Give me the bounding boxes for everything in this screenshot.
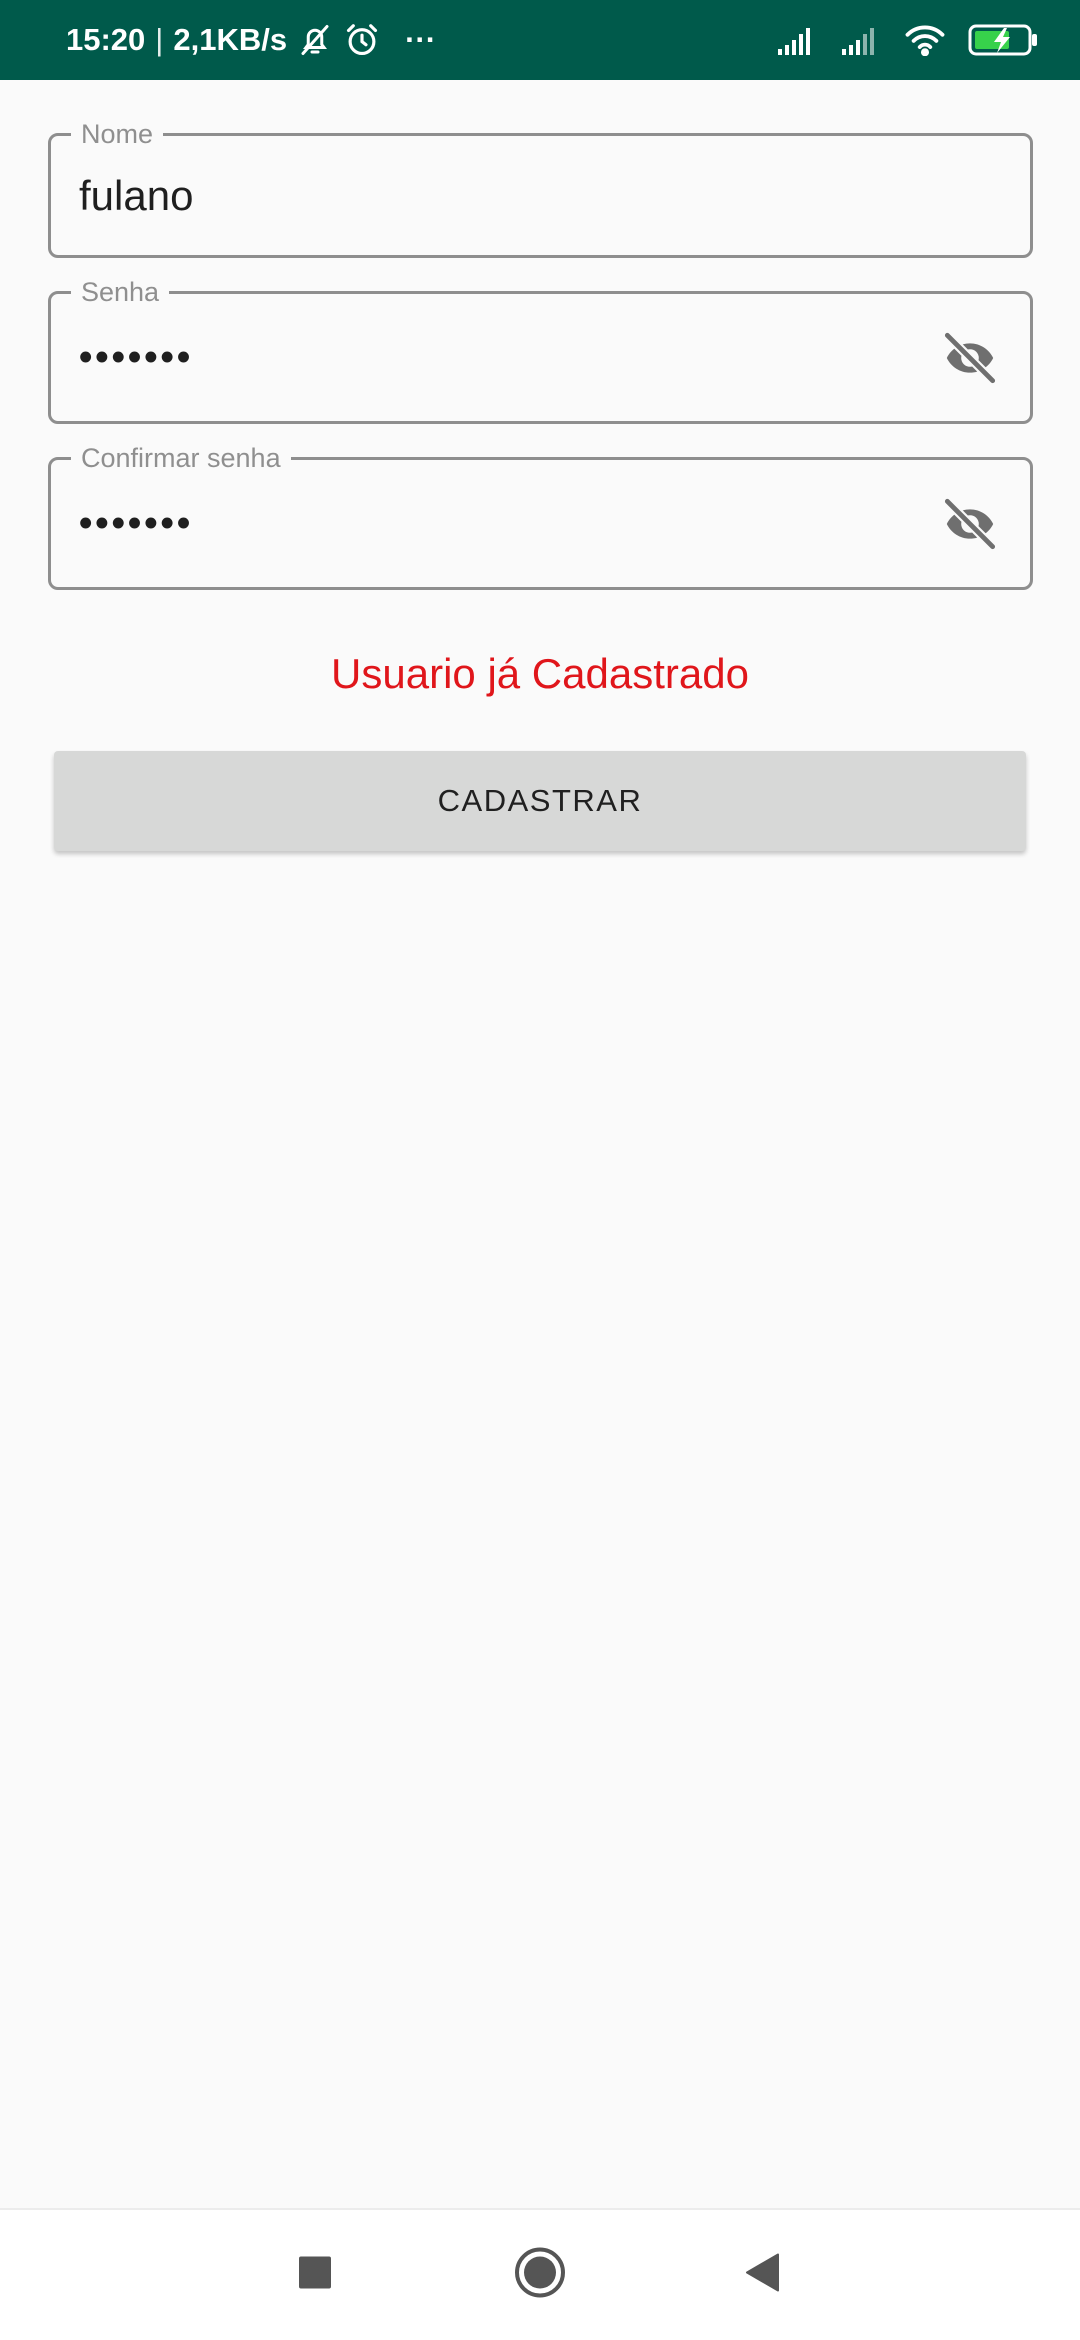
confirm-password-field-label: Confirmar senha [71, 443, 291, 473]
status-time: 15:20 [66, 22, 146, 57]
network-speed: 2,1KB/s [173, 22, 288, 57]
signal-icon [840, 25, 882, 55]
visibility-off-icon[interactable] [938, 492, 1002, 556]
wifi-icon [904, 24, 946, 56]
password-field-label: Senha [71, 277, 170, 307]
home-circle-icon[interactable] [513, 2246, 567, 2305]
notifications-off-icon [297, 21, 333, 59]
confirm-password-field-value[interactable]: ••••••• [79, 502, 193, 545]
back-triangle-icon[interactable] [744, 2253, 780, 2298]
recents-square-icon[interactable] [298, 2256, 332, 2295]
alarm-icon [343, 21, 381, 59]
status-bar: 15:20 | 2,1KB/s ··· [0, 0, 1080, 80]
visibility-off-icon[interactable] [938, 326, 1002, 390]
status-separator: | [155, 22, 164, 57]
navigation-bar [0, 2208, 1080, 2340]
more-indicator: ··· [405, 22, 437, 57]
battery-charging-icon [968, 23, 1040, 57]
name-field-value[interactable]: fulano [79, 172, 193, 220]
name-field[interactable]: Nome fulano [48, 119, 1033, 258]
error-message: Usuario já Cadastrado [331, 650, 749, 697]
status-right [776, 23, 1040, 57]
password-field-value[interactable]: ••••••• [79, 336, 193, 379]
name-field-label: Nome [71, 119, 164, 149]
status-left: 15:20 | 2,1KB/s ··· [66, 21, 436, 59]
password-field[interactable]: Senha ••••••• [48, 277, 1033, 424]
confirm-password-field[interactable]: Confirmar senha ••••••• [48, 443, 1033, 590]
register-button[interactable]: CADASTRAR [54, 751, 1026, 851]
signal-icon [776, 25, 818, 55]
